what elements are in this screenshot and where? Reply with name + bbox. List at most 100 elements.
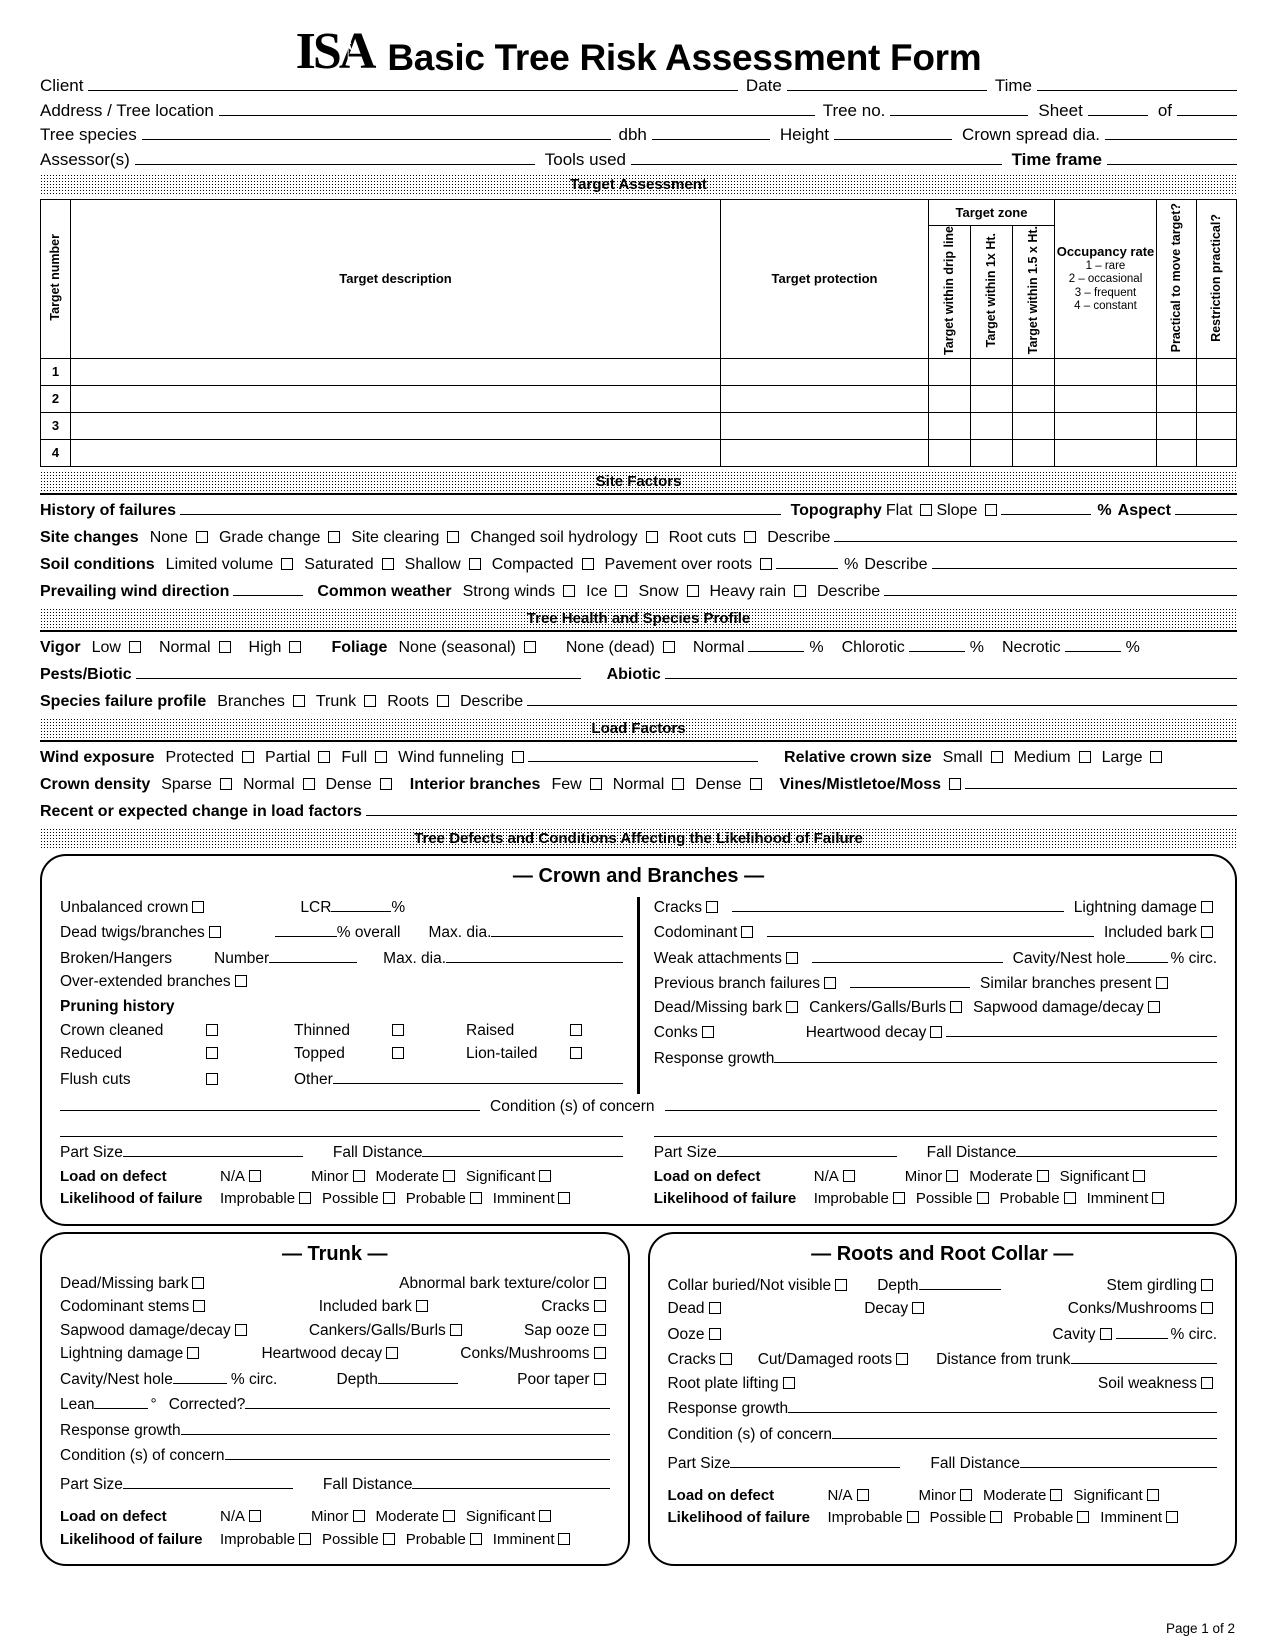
trunk-load-na-checkbox[interactable] bbox=[249, 1510, 262, 1523]
trunk-conditions-input[interactable] bbox=[224, 1445, 610, 1461]
assessors-input[interactable] bbox=[134, 150, 535, 165]
trunk-depth-input[interactable] bbox=[377, 1369, 458, 1384]
vines-mistletoe-moss-checkbox[interactable] bbox=[949, 777, 962, 790]
cell-protection[interactable] bbox=[719, 438, 929, 467]
roots-cut-damaged-checkbox[interactable] bbox=[896, 1353, 909, 1366]
crown-load-na-checkbox-left[interactable] bbox=[249, 1169, 262, 1182]
tools-used-input[interactable] bbox=[631, 150, 1002, 165]
lcr-input[interactable] bbox=[331, 897, 392, 912]
similar-branches-checkbox[interactable] bbox=[1155, 977, 1168, 990]
crown-codominant-checkbox[interactable] bbox=[741, 926, 754, 939]
soil-compacted-checkbox[interactable] bbox=[581, 557, 594, 570]
weather-snow-checkbox[interactable] bbox=[686, 584, 699, 597]
crown-size-small-checkbox[interactable] bbox=[990, 750, 1003, 763]
site-changes-clearing-checkbox[interactable] bbox=[447, 530, 460, 543]
cell-description[interactable] bbox=[70, 357, 721, 386]
crown-response-growth-input[interactable] bbox=[774, 1048, 1217, 1063]
crown-cracks-checkbox[interactable] bbox=[706, 900, 718, 913]
trunk-conks-checkbox[interactable] bbox=[593, 1347, 606, 1360]
wind-exposure-protected-checkbox[interactable] bbox=[242, 750, 255, 763]
dead-twigs-percent-input[interactable] bbox=[274, 922, 337, 938]
trunk-response-growth-input[interactable] bbox=[180, 1420, 610, 1435]
roots-load-minor-checkbox[interactable] bbox=[960, 1488, 973, 1501]
crown-heartwood-input[interactable] bbox=[946, 1022, 1217, 1038]
roots-cavity-input[interactable] bbox=[1115, 1324, 1168, 1339]
client-input[interactable] bbox=[88, 76, 738, 91]
cell-zone-15x[interactable] bbox=[1011, 357, 1056, 386]
trunk-lean-input[interactable] bbox=[94, 1394, 149, 1410]
crown-conditions-input-right[interactable] bbox=[664, 1096, 1217, 1112]
foliage-chlorotic-input[interactable] bbox=[908, 637, 965, 652]
crown-codominant-input[interactable] bbox=[767, 922, 1094, 938]
crown-sapwood-checkbox[interactable] bbox=[1147, 1000, 1160, 1013]
dead-twigs-checkbox[interactable] bbox=[208, 926, 221, 939]
crown-density-dense-checkbox[interactable] bbox=[379, 777, 392, 790]
crown-lik-possible-checkbox-right[interactable] bbox=[976, 1192, 989, 1205]
foliage-none-seasonal-checkbox[interactable] bbox=[523, 640, 536, 653]
trunk-codominant-checkbox[interactable] bbox=[193, 1300, 206, 1313]
broken-hangers-number-input[interactable] bbox=[269, 948, 358, 963]
vigor-high-checkbox[interactable] bbox=[289, 640, 302, 653]
roots-fall-distance-input[interactable] bbox=[1019, 1453, 1217, 1468]
soil-limited-volume-checkbox[interactable] bbox=[281, 557, 294, 570]
crown-load-minor-checkbox-right[interactable] bbox=[946, 1169, 959, 1182]
previous-branch-failures-checkbox[interactable] bbox=[824, 977, 837, 990]
species-failure-branches-checkbox[interactable] bbox=[292, 694, 305, 707]
wind-funneling-checkbox[interactable] bbox=[512, 750, 525, 763]
cell-zone-1x[interactable] bbox=[969, 384, 1013, 413]
cell-description[interactable] bbox=[70, 411, 721, 440]
cell-zone-1x[interactable] bbox=[969, 411, 1013, 440]
crown-size-large-checkbox[interactable] bbox=[1150, 750, 1163, 763]
crown-lik-possible-checkbox-left[interactable] bbox=[382, 1192, 395, 1205]
table-row[interactable]: 2 bbox=[40, 384, 1237, 413]
site-changes-rootcuts-checkbox[interactable] bbox=[744, 530, 757, 543]
crown-load-moderate-checkbox-left[interactable] bbox=[442, 1169, 455, 1182]
interior-dense-checkbox[interactable] bbox=[749, 777, 762, 790]
crown-cavity-input[interactable] bbox=[1125, 948, 1168, 963]
trunk-cankers-checkbox[interactable] bbox=[449, 1323, 462, 1336]
topography-flat-checkbox[interactable] bbox=[920, 503, 933, 516]
pruning-other-input[interactable] bbox=[332, 1069, 624, 1084]
roots-load-significant-checkbox[interactable] bbox=[1146, 1488, 1159, 1501]
interior-few-checkbox[interactable] bbox=[589, 777, 602, 790]
roots-cavity-checkbox[interactable] bbox=[1099, 1327, 1112, 1340]
cell-zone-1x[interactable] bbox=[969, 438, 1013, 467]
roots-soil-weakness-checkbox[interactable] bbox=[1201, 1376, 1213, 1389]
recent-change-input[interactable] bbox=[365, 801, 1237, 816]
cell-occupancy[interactable] bbox=[1054, 438, 1157, 467]
roots-lik-imminent-checkbox[interactable] bbox=[1165, 1511, 1178, 1524]
roots-collar-buried-checkbox[interactable] bbox=[835, 1278, 848, 1291]
vigor-low-checkbox[interactable] bbox=[128, 640, 141, 653]
crown-part-size-input-left[interactable] bbox=[122, 1142, 303, 1158]
roots-cracks-checkbox[interactable] bbox=[719, 1353, 732, 1366]
trunk-cavity-input[interactable] bbox=[172, 1369, 227, 1384]
crown-conditions-extra-left[interactable] bbox=[60, 1122, 624, 1137]
cell-practical-move[interactable] bbox=[1156, 438, 1197, 467]
tree-species-input[interactable] bbox=[141, 125, 611, 140]
cell-practical-move[interactable] bbox=[1156, 384, 1197, 413]
roots-lik-improbable-checkbox[interactable] bbox=[906, 1511, 919, 1524]
cell-occupancy[interactable] bbox=[1054, 357, 1157, 386]
soil-describe-input[interactable] bbox=[931, 554, 1237, 569]
crown-cankers-checkbox[interactable] bbox=[950, 1000, 963, 1013]
trunk-heartwood-checkbox[interactable] bbox=[386, 1347, 399, 1360]
table-row[interactable]: 4 bbox=[40, 438, 1237, 467]
crown-size-medium-checkbox[interactable] bbox=[1078, 750, 1091, 763]
site-changes-grade-checkbox[interactable] bbox=[328, 530, 341, 543]
roots-decay-checkbox[interactable] bbox=[912, 1302, 925, 1315]
over-extended-checkbox[interactable] bbox=[234, 975, 247, 988]
roots-load-moderate-checkbox[interactable] bbox=[1050, 1488, 1063, 1501]
crown-conditions-input-left[interactable] bbox=[60, 1096, 480, 1112]
pruning-raised-checkbox[interactable] bbox=[570, 1023, 582, 1036]
soil-pavement-percent-input[interactable] bbox=[776, 554, 839, 569]
history-of-failures-input[interactable] bbox=[180, 500, 781, 515]
crown-density-sparse-checkbox[interactable] bbox=[219, 777, 232, 790]
trunk-load-significant-checkbox[interactable] bbox=[539, 1510, 552, 1523]
crown-cracks-input[interactable] bbox=[732, 897, 1064, 912]
crown-spread-input[interactable] bbox=[1105, 125, 1237, 140]
trunk-included-bark-checkbox[interactable] bbox=[415, 1300, 428, 1313]
trunk-lik-probable-checkbox[interactable] bbox=[469, 1532, 482, 1545]
weak-attachments-checkbox[interactable] bbox=[785, 951, 798, 964]
roots-response-growth-input[interactable] bbox=[788, 1398, 1217, 1414]
trunk-cracks-checkbox[interactable] bbox=[593, 1300, 606, 1313]
